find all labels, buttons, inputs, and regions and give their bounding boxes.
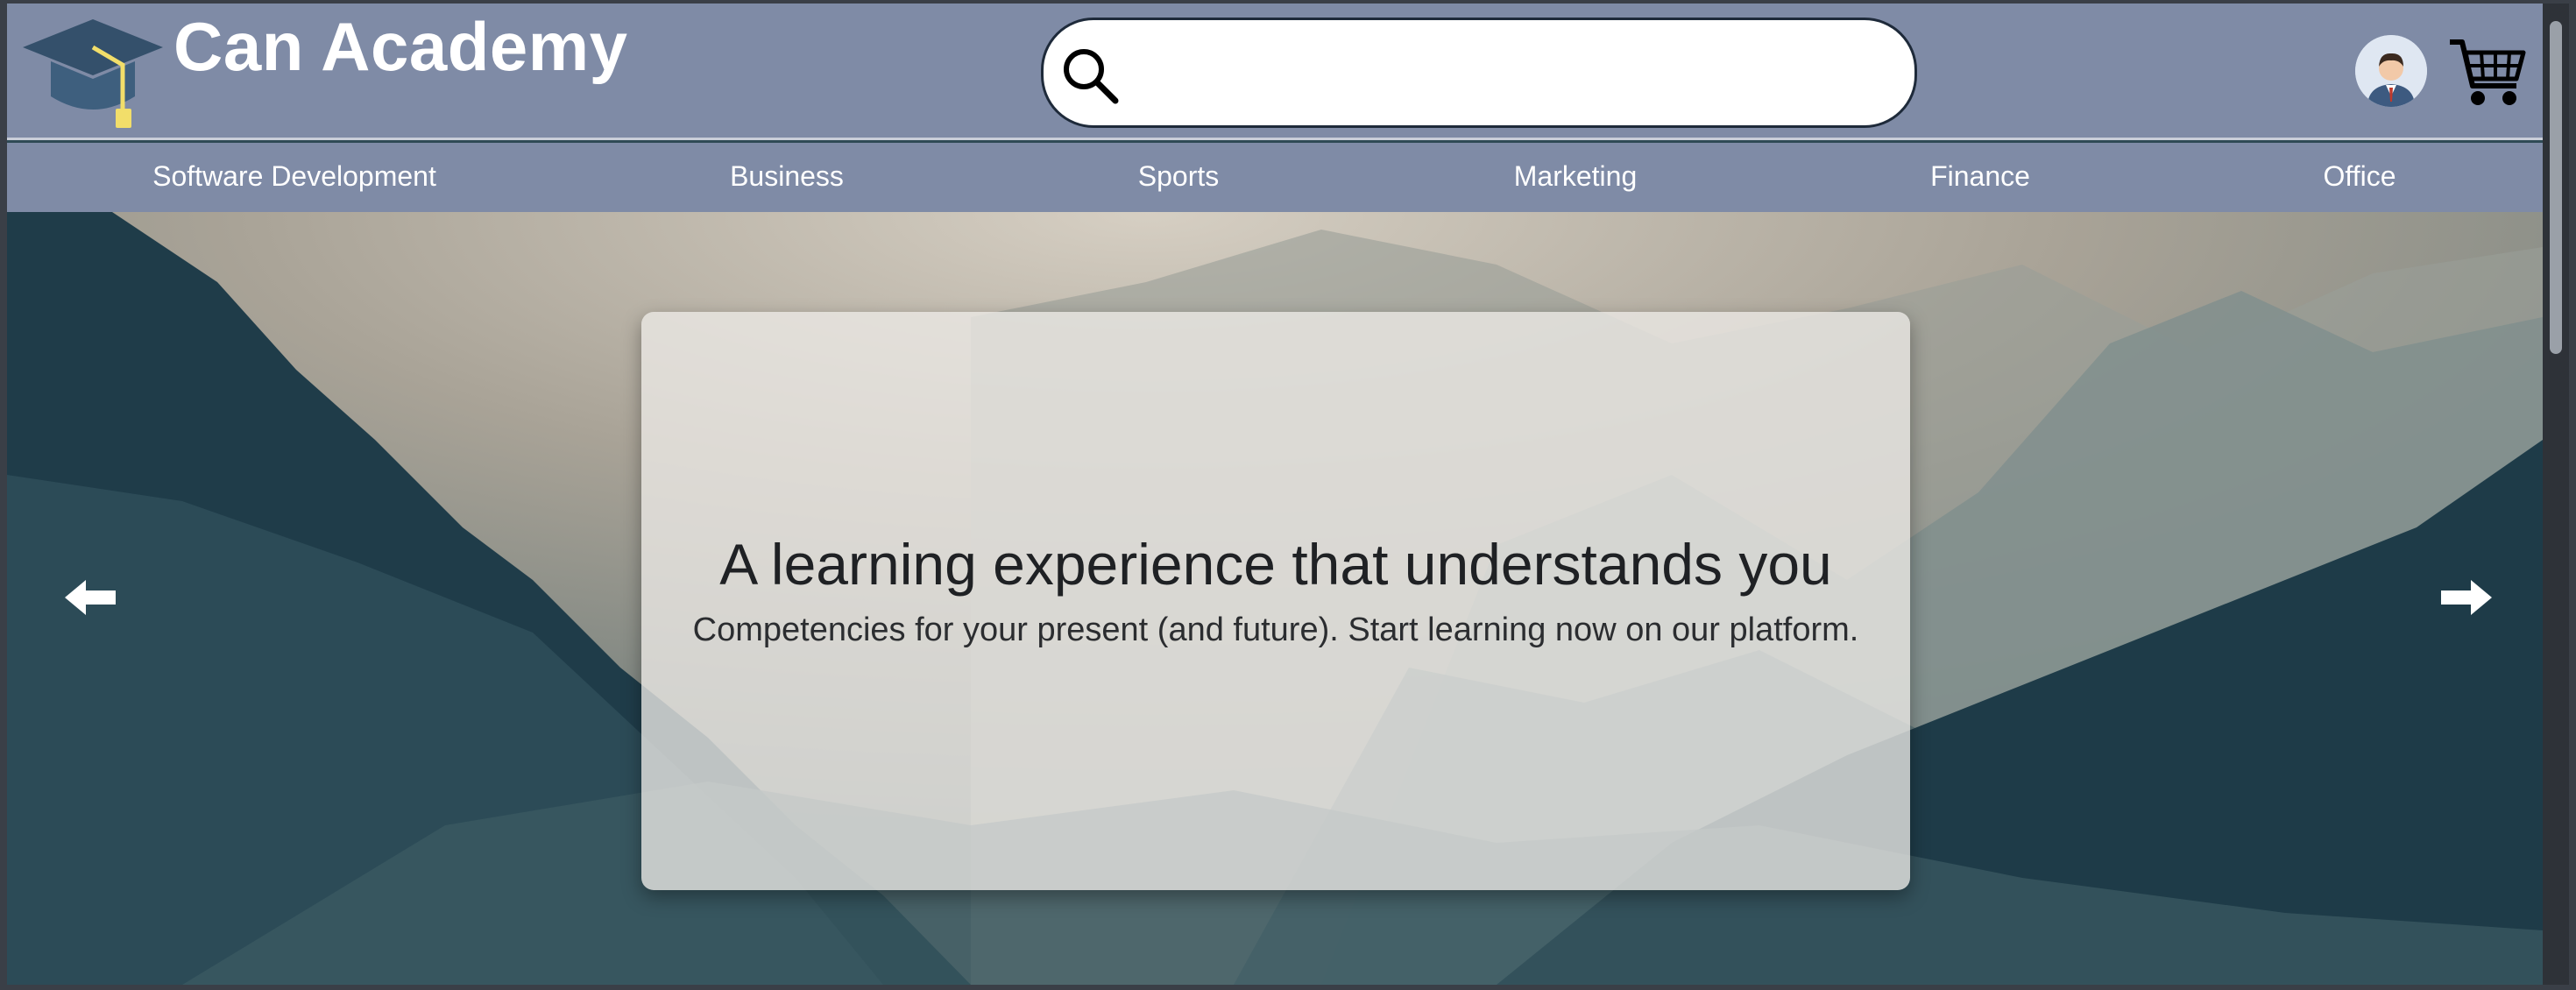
hero-title: A learning experience that understands y… xyxy=(719,532,1832,597)
scrollbar-thumb[interactable] xyxy=(2550,21,2562,354)
user-avatar-icon[interactable] xyxy=(2355,35,2427,107)
search-bar[interactable] xyxy=(1041,18,1917,128)
nav-item-marketing[interactable]: Marketing xyxy=(1514,160,1638,193)
nav-item-business[interactable]: Business xyxy=(730,160,844,193)
category-nav: Software Development Business Sports Mar… xyxy=(7,143,2543,212)
nav-item-software-development[interactable]: Software Development xyxy=(152,160,436,193)
arrow-right-icon[interactable] xyxy=(2436,571,2497,624)
site-header: Can Academy xyxy=(7,4,2543,140)
hero-carousel: A learning experience that understands y… xyxy=(7,212,2543,985)
brand-name[interactable]: Can Academy xyxy=(173,7,627,87)
nav-item-office[interactable]: Office xyxy=(2324,160,2396,193)
page-scrollbar[interactable] xyxy=(2543,4,2569,985)
search-icon[interactable] xyxy=(1059,45,1122,108)
hero-card: A learning experience that understands y… xyxy=(641,312,1910,890)
browser-viewport: Can Academy Software Development Busines… xyxy=(7,4,2543,985)
graduation-cap-icon[interactable] xyxy=(19,16,166,130)
shopping-cart-icon[interactable] xyxy=(2446,33,2527,112)
hero-subtitle: Competencies for your present (and futur… xyxy=(692,612,1859,648)
arrow-left-icon[interactable] xyxy=(60,571,121,624)
search-input[interactable] xyxy=(1131,36,1885,111)
nav-item-finance[interactable]: Finance xyxy=(1930,160,2030,193)
nav-item-sports[interactable]: Sports xyxy=(1138,160,1219,193)
